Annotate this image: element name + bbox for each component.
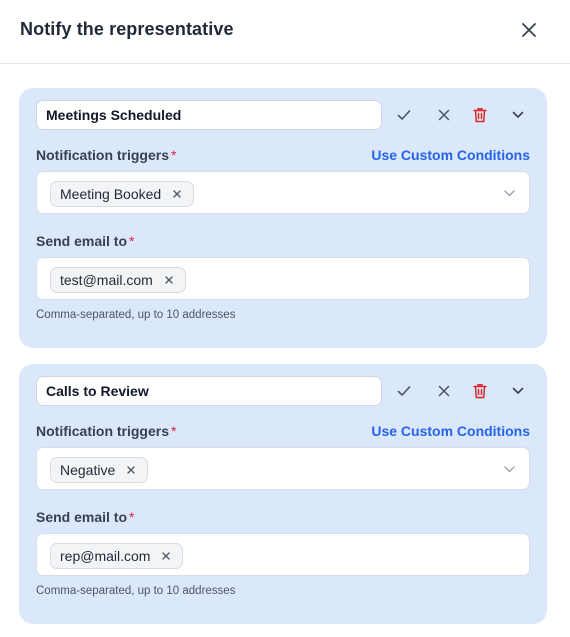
dropdown-toggle[interactable] (502, 186, 516, 200)
email-field[interactable]: test@mail.com (36, 257, 530, 300)
x-icon (438, 109, 450, 121)
remove-chip-button[interactable] (125, 464, 137, 476)
email-chip-label: test@mail.com (60, 272, 153, 288)
trigger-chip-label: Meeting Booked (60, 186, 162, 202)
trigger-chip-label: Negative (60, 462, 116, 478)
trigger-chip: Negative (50, 457, 149, 483)
email-field[interactable]: rep@mail.com (36, 533, 530, 576)
check-icon (397, 386, 411, 396)
triggers-select[interactable]: Negative (36, 447, 530, 490)
email-label: Send email to * (36, 509, 135, 525)
email-chip-label: rep@mail.com (60, 548, 151, 564)
email-chip: rep@mail.com (50, 543, 184, 569)
notification-rule-card: Notification triggers* Use Custom Condit… (19, 88, 547, 348)
remove-chip-button[interactable] (163, 274, 175, 286)
trigger-chip: Meeting Booked (50, 181, 195, 207)
chevron-down-icon (512, 111, 524, 118)
collapse-button[interactable] (506, 103, 530, 127)
dialog-header: Notify the representative (0, 0, 570, 64)
email-chip: test@mail.com (50, 267, 186, 293)
triggers-select[interactable]: Meeting Booked (36, 171, 530, 214)
chevron-down-icon (503, 189, 515, 196)
close-button[interactable] (517, 18, 541, 42)
chevron-down-icon (503, 465, 515, 472)
required-marker: * (129, 509, 135, 525)
trash-icon (473, 108, 487, 123)
confirm-button[interactable] (392, 103, 416, 127)
x-icon (165, 276, 173, 284)
cancel-button[interactable] (432, 103, 456, 127)
trash-icon (473, 384, 487, 399)
rule-name-input[interactable] (36, 100, 382, 130)
required-marker: * (171, 147, 177, 163)
remove-chip-button[interactable] (160, 550, 172, 562)
email-label: Send email to * (36, 233, 135, 249)
triggers-label: Notification triggers * (36, 423, 177, 439)
x-icon (162, 552, 171, 560)
notification-rule-card: Notification triggers* Use Custom Condit… (19, 364, 547, 624)
dropdown-toggle[interactable] (502, 462, 516, 476)
x-icon (438, 385, 450, 397)
dialog-title: Notify the representative (20, 19, 234, 39)
remove-chip-button[interactable] (171, 188, 183, 200)
chevron-down-icon (512, 387, 524, 394)
x-icon (173, 190, 181, 198)
x-icon (127, 466, 135, 474)
cancel-button[interactable] (432, 379, 456, 403)
use-custom-conditions-link[interactable]: Use Custom Conditions (371, 147, 530, 163)
rule-name-input[interactable] (36, 376, 382, 406)
email-hint: Comma-separated, up to 10 addresses (36, 309, 236, 321)
triggers-label: Notification triggers * (36, 147, 177, 163)
close-icon (522, 23, 536, 37)
check-icon (397, 110, 411, 120)
use-custom-conditions-link[interactable]: Use Custom Conditions (371, 423, 530, 439)
required-marker: * (129, 233, 135, 249)
delete-button[interactable] (468, 103, 492, 127)
confirm-button[interactable] (392, 379, 416, 403)
required-marker: * (171, 423, 177, 439)
delete-button[interactable] (468, 379, 492, 403)
email-hint: Comma-separated, up to 10 addresses (36, 585, 236, 597)
collapse-button[interactable] (506, 379, 530, 403)
